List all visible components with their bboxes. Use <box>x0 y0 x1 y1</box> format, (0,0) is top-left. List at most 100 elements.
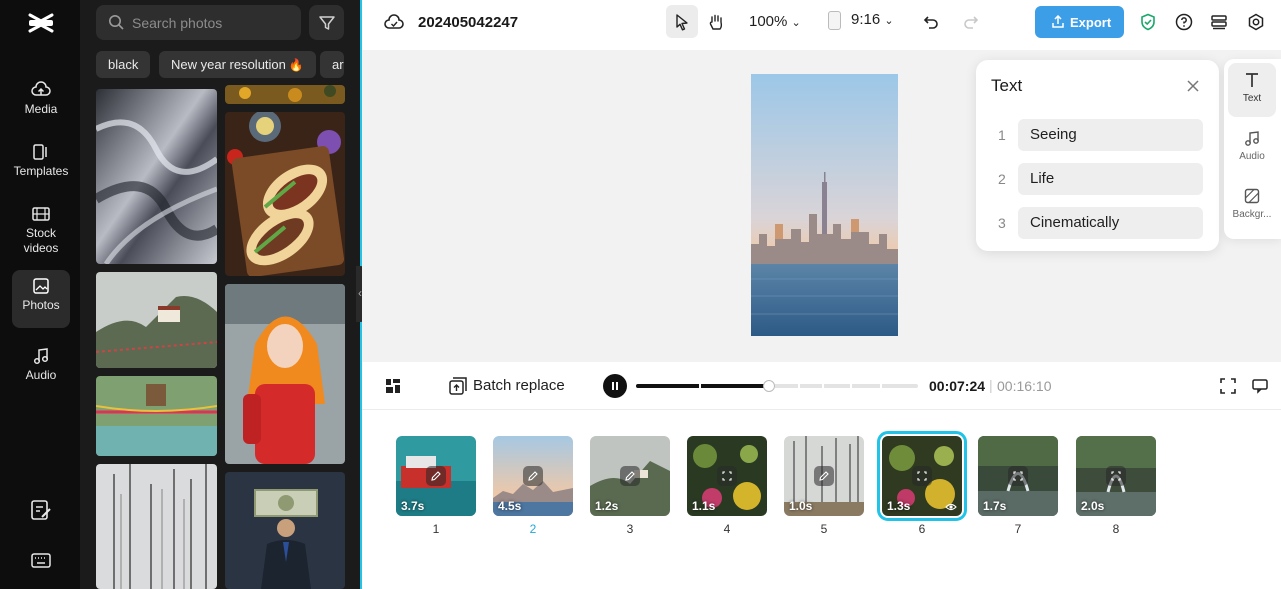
select-tool-button[interactable] <box>666 5 698 38</box>
replace-icon[interactable] <box>912 466 932 486</box>
music-note-icon <box>1245 131 1259 146</box>
photo-cosplay[interactable] <box>225 284 345 464</box>
chip-black[interactable]: black <box>96 51 151 78</box>
timeline-clip-8[interactable]: 2.0s <box>1076 436 1156 516</box>
project-name[interactable]: 202405042247 <box>418 14 518 31</box>
help-icon <box>1175 13 1193 31</box>
photo-forest[interactable] <box>96 464 217 589</box>
photo-bridge[interactable] <box>96 376 217 456</box>
clip-number: 7 <box>1014 522 1022 536</box>
timeline-clip-6[interactable]: 1.3s <box>877 431 967 521</box>
edit-icon[interactable] <box>814 466 834 486</box>
replace-icon[interactable] <box>717 466 737 486</box>
help-button[interactable] <box>1168 5 1200 38</box>
right-rail-label: Text <box>1242 93 1262 104</box>
batch-replace-icon <box>449 377 467 395</box>
photo-money-man[interactable] <box>225 472 345 589</box>
feedback-edit-icon[interactable] <box>28 497 54 523</box>
zoom-dropdown[interactable]: 100% ⌄ <box>749 13 801 30</box>
right-rail-text[interactable]: Text <box>1228 63 1276 117</box>
image-icon <box>33 278 49 294</box>
keyboard-icon[interactable] <box>28 548 54 574</box>
photo-bridge-image <box>96 376 217 456</box>
timeline-clip-5[interactable]: 1.0s <box>784 436 864 516</box>
clip-duration: 1.0s <box>789 499 813 513</box>
storage-button[interactable] <box>1203 5 1235 38</box>
rail-label-stock-videos: Stock videos <box>23 226 59 255</box>
text-line-2: 2 Life <box>991 163 1203 195</box>
clip-duration: 4.5s <box>498 499 522 513</box>
photo-autumn[interactable] <box>225 85 345 104</box>
pause-button[interactable] <box>603 374 627 398</box>
redo-button[interactable] <box>955 5 987 38</box>
export-button[interactable]: Export <box>1035 6 1124 38</box>
text-line-field[interactable]: Seeing <box>1018 119 1203 151</box>
rail-item-media[interactable]: Media <box>12 74 70 132</box>
search-box[interactable] <box>96 5 301 40</box>
text-line-number: 1 <box>998 127 1006 143</box>
rail-item-audio[interactable]: Audio <box>12 340 70 398</box>
shield-button[interactable] <box>1132 5 1164 38</box>
timeline-clip-7[interactable]: 1.7s <box>978 436 1058 516</box>
clip-number: 5 <box>820 522 828 536</box>
aspect-ratio-value: 9:16 <box>851 11 881 28</box>
timeline-clip-3[interactable]: 1.2s <box>590 436 670 516</box>
cloud-upload-icon <box>31 81 51 96</box>
replace-icon[interactable] <box>1008 466 1028 486</box>
export-label: Export <box>1070 15 1112 30</box>
fullscreen-button[interactable] <box>1212 369 1244 402</box>
hand-tool-button[interactable] <box>700 5 732 38</box>
rail-item-templates[interactable]: Templates <box>12 136 70 194</box>
rail-item-photos[interactable]: Photos <box>12 270 70 328</box>
right-rail-background[interactable]: Backgr... <box>1228 179 1276 233</box>
close-icon[interactable] <box>1186 79 1200 93</box>
templates-icon <box>33 144 47 160</box>
photo-monastery-image <box>96 272 217 368</box>
redo-icon <box>964 16 979 29</box>
filter-icon <box>319 16 335 30</box>
layout-button[interactable] <box>377 369 409 402</box>
rail-item-stock-videos[interactable]: Stock videos <box>12 198 70 262</box>
chip-partial[interactable]: ar <box>320 51 344 78</box>
background-icon <box>1244 188 1260 204</box>
timeline-clip-2[interactable]: 4.5s <box>493 436 573 516</box>
timeline-clip-1[interactable]: 3.7s <box>396 436 476 516</box>
cloud-sync-button[interactable] <box>377 5 409 38</box>
text-line-field[interactable]: Cinematically <box>1018 207 1203 239</box>
edit-icon[interactable] <box>523 466 543 486</box>
rail-label-media: Media <box>24 102 58 116</box>
filter-button[interactable] <box>309 5 344 40</box>
photo-monastery[interactable] <box>96 272 217 368</box>
aspect-ratio-dropdown[interactable]: 9:16 ⌄ <box>851 11 894 28</box>
photo-silk[interactable] <box>96 89 217 264</box>
settings-button[interactable] <box>1240 5 1272 38</box>
replace-icon[interactable] <box>1106 466 1126 486</box>
edit-icon[interactable] <box>620 466 640 486</box>
cloud-icon <box>384 14 404 29</box>
photo-money-man-image <box>225 472 345 589</box>
chip-new-year-resolution[interactable]: New year resolution 🔥 <box>159 51 316 78</box>
right-rail-label: Backgr... <box>1232 209 1272 220</box>
shield-check-icon <box>1141 13 1155 31</box>
capcut-logo-icon[interactable] <box>27 10 55 36</box>
right-rail-audio[interactable]: Audio <box>1228 121 1276 175</box>
preview-frame[interactable] <box>751 74 898 336</box>
right-rail-label: Audio <box>1239 151 1265 162</box>
photo-tacos[interactable] <box>225 112 345 276</box>
playhead-knob[interactable] <box>762 380 775 392</box>
comment-button[interactable] <box>1244 369 1276 402</box>
text-line-3: 3 Cinematically <box>991 207 1203 239</box>
edit-icon[interactable] <box>426 466 446 486</box>
playback-progress[interactable] <box>636 380 918 392</box>
undo-button[interactable] <box>915 5 947 38</box>
text-line-field[interactable]: Life <box>1018 163 1203 195</box>
photos-panel: black New year resolution🔥 ar <box>80 0 360 589</box>
search-input[interactable] <box>132 5 292 40</box>
aspect-ratio-icon <box>828 11 841 30</box>
photo-cosplay-image <box>225 284 345 464</box>
clip-boundary <box>850 384 852 388</box>
zoom-value: 100% <box>749 13 788 30</box>
eye-icon[interactable] <box>945 502 957 512</box>
music-note-icon <box>33 348 49 365</box>
timeline-clip-4[interactable]: 1.1s <box>687 436 767 516</box>
